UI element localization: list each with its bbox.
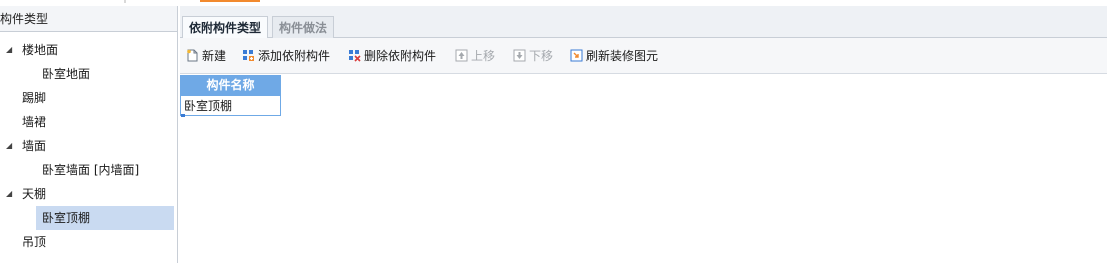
- move-up-button[interactable]: 上移: [455, 46, 495, 66]
- component-type-panel: 构件类型 ◢ 楼地面 卧室地面 踢脚 墙裙 ◢ 墙面 卧室墙面 [内墙面] ◢ …: [0, 6, 178, 263]
- tree-item-label: 踢脚: [22, 91, 47, 105]
- tree-item-label: 卧室墙面 [内墙面]: [42, 163, 140, 177]
- tab-bar: 依附构件类型 构件做法: [180, 6, 1107, 38]
- tree-item-ceiling[interactable]: ◢ 天棚: [0, 182, 176, 206]
- tab-component-method[interactable]: 构件做法: [272, 16, 335, 38]
- tree-item-bedroom-ceiling[interactable]: 卧室顶棚: [36, 206, 174, 230]
- tree-item-dado[interactable]: 墙裙: [0, 110, 176, 134]
- attachment-panel: 依附构件类型 构件做法 新建 添加依附构件 删除依附构件 上移 下移 刷新装修图…: [180, 6, 1107, 263]
- add-attached-label: 添加依附构件: [258, 49, 331, 63]
- top-progress-line: [200, 0, 260, 2]
- column-header-component-name[interactable]: 构件名称: [180, 75, 281, 95]
- tree-item-label: 天棚: [22, 187, 47, 201]
- delete-component-icon: [349, 50, 361, 62]
- delete-attached-button[interactable]: 删除依附构件: [348, 46, 436, 66]
- component-type-title: 构件类型: [0, 6, 177, 32]
- collapse-arrow-icon[interactable]: ◢: [6, 134, 12, 158]
- collapse-arrow-icon[interactable]: ◢: [6, 182, 12, 206]
- row-selection-marker: [181, 114, 185, 117]
- toolbar: 新建 添加依附构件 删除依附构件 上移 下移 刷新装修图元: [180, 38, 1107, 74]
- move-down-label: 下移: [529, 49, 554, 63]
- new-button[interactable]: 新建: [186, 46, 226, 66]
- refresh-decoration-label: 刷新装修图元: [586, 49, 659, 63]
- tree-item-wall-surface[interactable]: ◢ 墙面: [0, 134, 176, 158]
- tree-item-label: 卧室地面: [42, 67, 91, 81]
- tree-item-bedroom-floor[interactable]: 卧室地面: [0, 62, 176, 86]
- tree-item-label: 楼地面: [22, 43, 59, 57]
- new-document-icon: [187, 49, 198, 62]
- collapse-arrow-icon[interactable]: ◢: [6, 38, 12, 62]
- top-tick: [124, 0, 126, 3]
- tree-item-label: 墙面: [22, 139, 47, 153]
- new-label: 新建: [202, 49, 227, 63]
- delete-attached-label: 删除依附构件: [364, 49, 437, 63]
- tab-attached-component-type[interactable]: 依附构件类型: [182, 16, 269, 38]
- tree-item-suspended-ceiling[interactable]: 吊顶: [0, 230, 176, 254]
- tree-item-label: 卧室顶棚: [42, 211, 91, 225]
- add-attached-button[interactable]: 添加依附构件: [242, 46, 330, 66]
- table-row[interactable]: 卧室顶棚: [180, 95, 281, 116]
- app-window: 构件类型 ◢ 楼地面 卧室地面 踢脚 墙裙 ◢ 墙面 卧室墙面 [内墙面] ◢ …: [0, 0, 1107, 263]
- attached-component-grid: 构件名称 卧室顶棚: [180, 74, 1107, 263]
- tree-item-label: 吊顶: [22, 235, 47, 249]
- tree-item-label: 墙裙: [22, 115, 47, 129]
- tree-item-floor[interactable]: ◢ 楼地面: [0, 38, 176, 62]
- move-up-icon: [455, 49, 468, 62]
- refresh-icon: [570, 49, 583, 62]
- move-down-button[interactable]: 下移: [513, 46, 553, 66]
- move-down-icon: [513, 49, 526, 62]
- add-component-icon: [243, 50, 254, 61]
- tree-item-skirting[interactable]: 踢脚: [0, 86, 176, 110]
- tree-item-bedroom-wall[interactable]: 卧室墙面 [内墙面]: [0, 158, 176, 182]
- move-up-label: 上移: [471, 49, 496, 63]
- refresh-decoration-button[interactable]: 刷新装修图元: [570, 46, 658, 66]
